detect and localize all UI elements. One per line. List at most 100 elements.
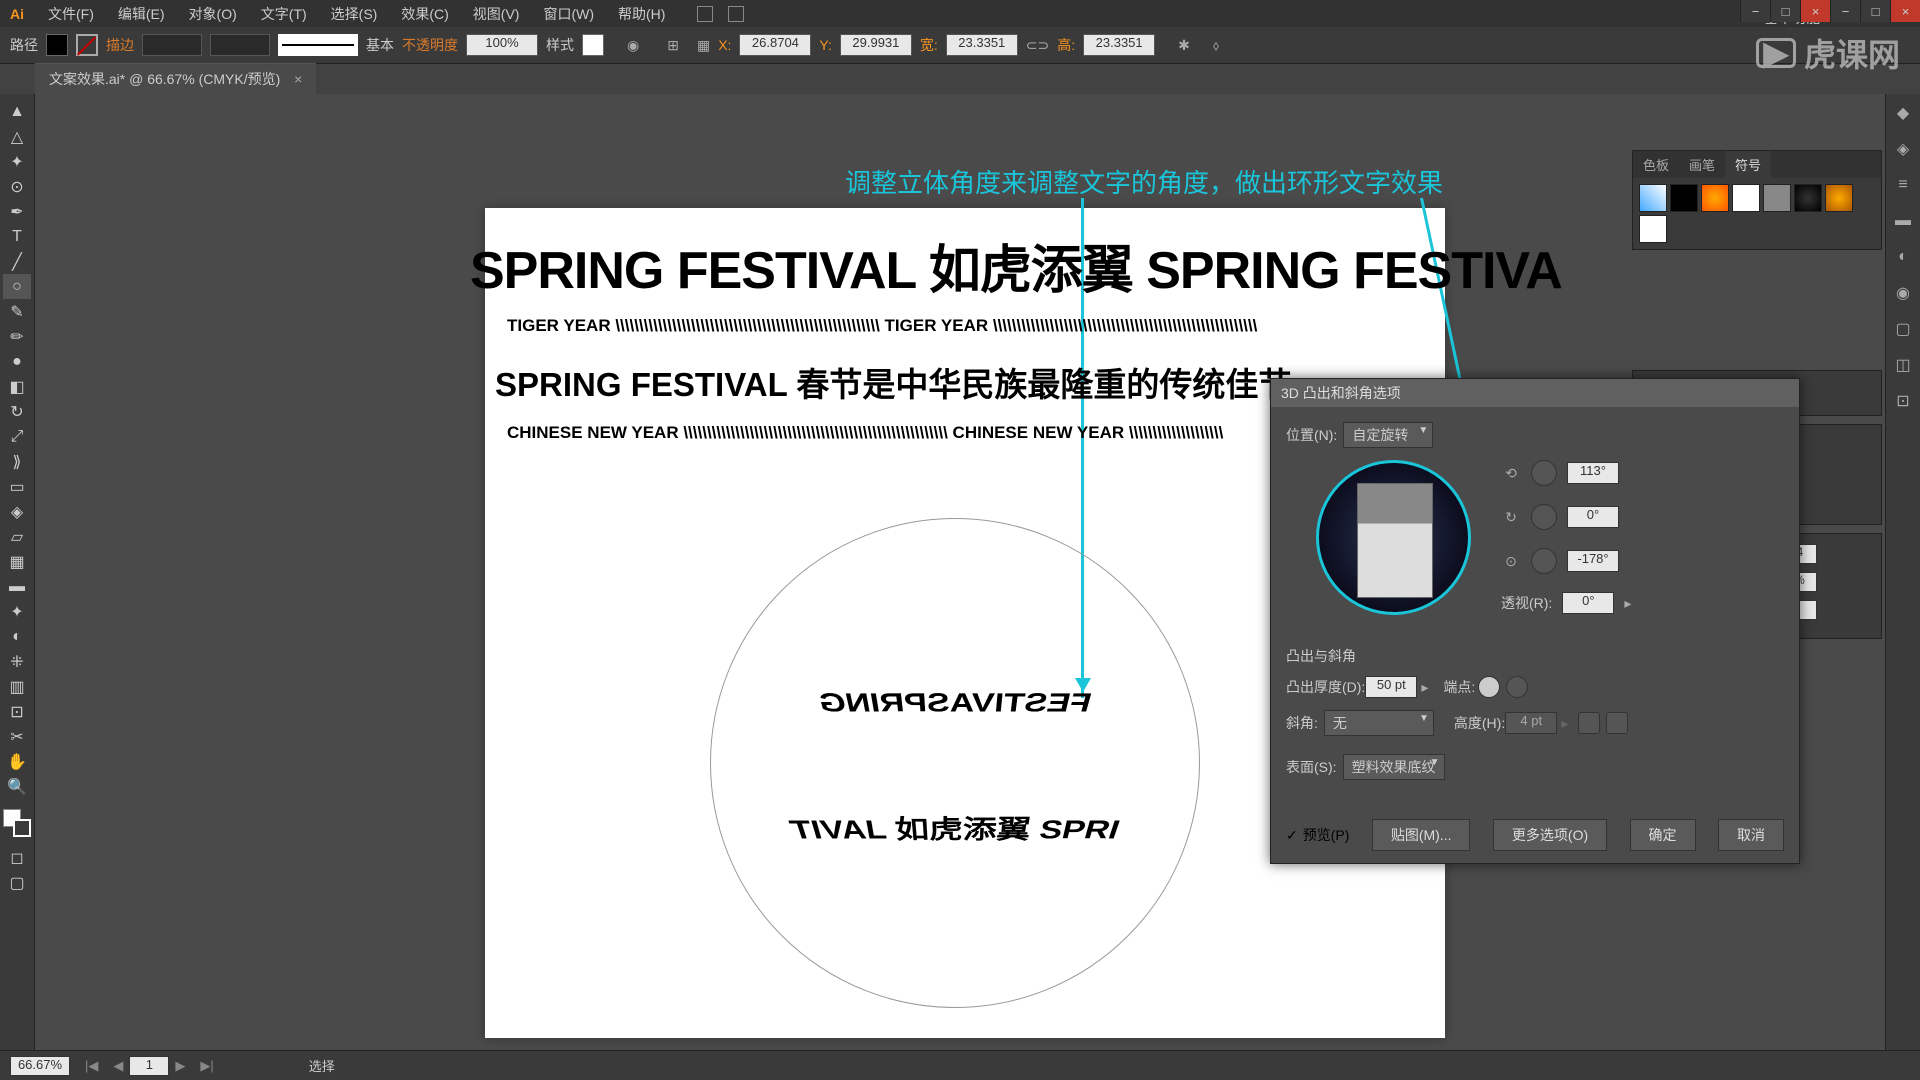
swatch-item[interactable] — [1732, 184, 1760, 212]
cap-on-button[interactable] — [1478, 676, 1500, 698]
nav-first-icon[interactable]: |◀ — [85, 1058, 98, 1074]
misc-icon-1[interactable]: ✱ — [1178, 37, 1190, 54]
preview-checkbox[interactable]: ✓ 预览(P) — [1286, 825, 1349, 845]
close-button[interactable]: × — [1800, 0, 1830, 22]
symbol-sprayer-tool[interactable]: ⁜ — [3, 649, 31, 674]
screen-mode[interactable]: ▢ — [3, 870, 31, 895]
perspective-input[interactable]: 0° — [1562, 592, 1614, 614]
cap-off-button[interactable] — [1506, 676, 1528, 698]
rot-y-input[interactable]: 0° — [1567, 506, 1619, 528]
stroke-label[interactable]: 描边 — [106, 35, 134, 55]
misc-icon-2[interactable]: ⬨ — [1213, 37, 1219, 54]
menu-effect[interactable]: 效果(C) — [389, 4, 460, 24]
align-icon[interactable]: ⊞ — [667, 37, 679, 54]
surface-select[interactable]: 塑料效果底纹 — [1343, 754, 1445, 780]
x-input[interactable]: 26.8704 — [739, 34, 811, 56]
more-options-button[interactable]: 更多选项(O) — [1493, 819, 1607, 851]
ok-button[interactable]: 确定 — [1630, 819, 1696, 851]
tab-brushes[interactable]: 画笔 — [1679, 151, 1725, 178]
w-input[interactable]: 23.3351 — [946, 34, 1018, 56]
scale-tool[interactable]: ⤢ — [3, 424, 31, 449]
tab-symbols[interactable]: 符号 — [1725, 151, 1771, 178]
magic-wand-tool[interactable]: ✦ — [3, 149, 31, 174]
fill-stroke-swatches[interactable] — [3, 809, 31, 837]
selection-tool[interactable]: ▲ — [3, 99, 31, 124]
globe-icon[interactable]: ◉ — [627, 37, 639, 54]
paintbrush-tool[interactable]: ✎ — [3, 299, 31, 324]
artboard-tool[interactable]: ⊡ — [3, 699, 31, 724]
gradient-tool[interactable]: ▬ — [3, 574, 31, 599]
stroke-profile[interactable] — [210, 34, 270, 56]
layout-icon-2[interactable] — [728, 6, 744, 22]
swatch-item[interactable] — [1670, 184, 1698, 212]
bevel-in-button[interactable] — [1578, 712, 1600, 734]
rot-z-dial[interactable] — [1531, 548, 1557, 574]
shape-builder-tool[interactable]: ◈ — [3, 499, 31, 524]
close-button-2[interactable]: × — [1890, 0, 1920, 22]
width-tool[interactable]: ⟫ — [3, 449, 31, 474]
zoom-input[interactable]: 66.67% — [10, 1056, 70, 1076]
pencil-tool[interactable]: ✏ — [3, 324, 31, 349]
mesh-tool[interactable]: ▦ — [3, 549, 31, 574]
height-input[interactable]: 4 pt — [1505, 712, 1557, 734]
graph-tool[interactable]: ▥ — [3, 674, 31, 699]
lasso-tool[interactable]: ⊙ — [3, 174, 31, 199]
menu-object[interactable]: 对象(O) — [177, 4, 249, 24]
height-arrow-icon[interactable]: ▸ — [1561, 715, 1568, 732]
depth-input[interactable]: 50 pt — [1365, 676, 1417, 698]
transform-icon[interactable]: ▦ — [697, 37, 710, 54]
rot-z-input[interactable]: -178° — [1567, 550, 1619, 572]
type-tool[interactable]: T — [3, 224, 31, 249]
circle-path[interactable]: FESTIVASPRING TIVAL 如虎添翼 SPRI — [710, 518, 1200, 1008]
dock-gradient-icon[interactable]: ▬ — [1892, 210, 1914, 232]
dock-color-guide-icon[interactable]: ◈ — [1892, 138, 1914, 160]
line-tool[interactable]: ╱ — [3, 249, 31, 274]
tab-close-icon[interactable]: × — [294, 71, 302, 87]
menu-select[interactable]: 选择(S) — [319, 4, 390, 24]
rotation-preview[interactable] — [1316, 460, 1471, 615]
menu-view[interactable]: 视图(V) — [461, 4, 532, 24]
blend-tool[interactable]: ◐ — [3, 624, 31, 649]
stroke-swatch[interactable] — [76, 34, 98, 56]
h-input[interactable]: 23.3351 — [1083, 34, 1155, 56]
stroke-preview[interactable] — [278, 34, 358, 56]
fill-swatch[interactable] — [46, 34, 68, 56]
swatch-item[interactable] — [1763, 184, 1791, 212]
swatch-item[interactable] — [1825, 184, 1853, 212]
min-button[interactable]: − — [1740, 0, 1770, 22]
perspective-arrow-icon[interactable]: ▸ — [1624, 595, 1631, 612]
dock-layers-icon[interactable]: ◫ — [1892, 354, 1914, 376]
dock-appearance-icon[interactable]: ◉ — [1892, 282, 1914, 304]
style-swatch[interactable] — [582, 34, 604, 56]
document-tab[interactable]: 文案效果.ai* @ 66.67% (CMYK/预览) × — [35, 63, 316, 94]
dock-graphic-styles-icon[interactable]: ▢ — [1892, 318, 1914, 340]
layout-icon-1[interactable] — [697, 6, 713, 22]
max-button[interactable]: □ — [1770, 0, 1800, 22]
menu-edit[interactable]: 编辑(E) — [106, 4, 177, 24]
position-select[interactable]: 自定旋转 — [1343, 422, 1433, 448]
pen-tool[interactable]: ✒ — [3, 199, 31, 224]
draw-mode[interactable]: ◻ — [3, 845, 31, 870]
max-button-2[interactable]: □ — [1860, 0, 1890, 22]
page-input[interactable]: 1 — [129, 1056, 169, 1076]
swatch-item[interactable] — [1639, 215, 1667, 243]
depth-arrow-icon[interactable]: ▸ — [1421, 679, 1428, 696]
min-button-2[interactable]: − — [1830, 0, 1860, 22]
link-icon[interactable]: ⊂⊃ — [1026, 37, 1049, 54]
menu-file[interactable]: 文件(F) — [36, 4, 106, 24]
swatch-item[interactable] — [1701, 184, 1729, 212]
nav-prev-icon[interactable]: ◀ — [113, 1058, 123, 1074]
opacity-label[interactable]: 不透明度 — [402, 35, 458, 55]
bevel-out-button[interactable] — [1606, 712, 1628, 734]
slice-tool[interactable]: ✂ — [3, 724, 31, 749]
ellipse-tool[interactable]: ○ — [3, 274, 31, 299]
rot-x-dial[interactable] — [1531, 460, 1557, 486]
blob-brush-tool[interactable]: ● — [3, 349, 31, 374]
free-transform-tool[interactable]: ▭ — [3, 474, 31, 499]
eraser-tool[interactable]: ◧ — [3, 374, 31, 399]
hand-tool[interactable]: ✋ — [3, 749, 31, 774]
zoom-tool[interactable]: 🔍 — [3, 774, 31, 799]
y-input[interactable]: 29.9931 — [840, 34, 912, 56]
map-art-button[interactable]: 贴图(M)... — [1372, 819, 1471, 851]
dock-artboards-icon[interactable]: ⊡ — [1892, 390, 1914, 412]
